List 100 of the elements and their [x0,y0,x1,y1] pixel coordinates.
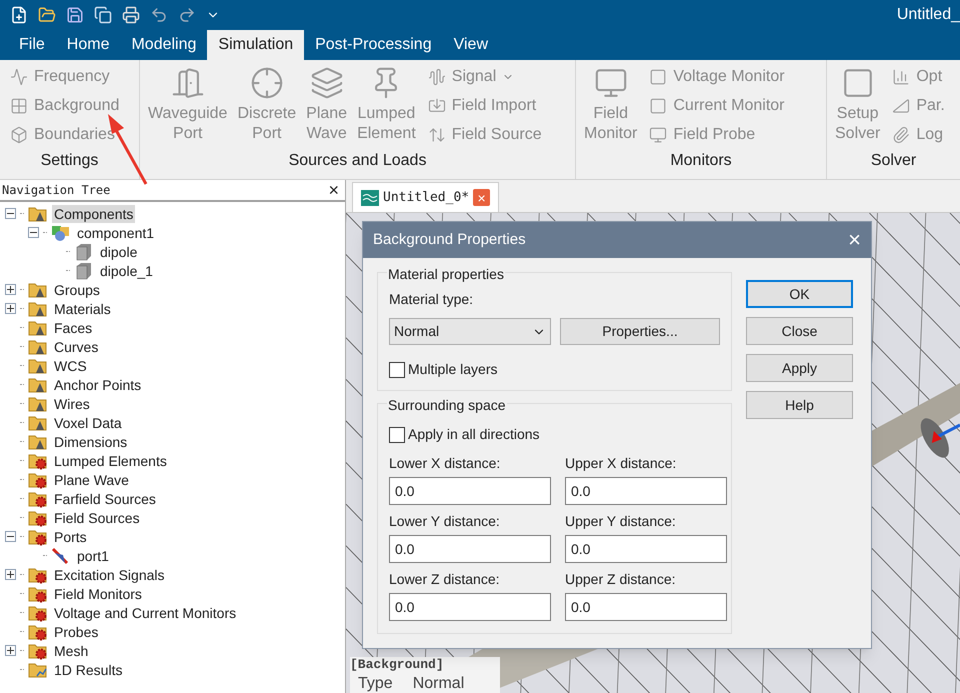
dialog-button[interactable]: OK [746,280,853,308]
expand-toggle[interactable] [5,284,16,295]
bar-chart-icon [892,68,910,86]
field-label: Upper X distance: [565,454,678,473]
dialog-button[interactable]: Help [746,391,853,419]
expand-toggle[interactable] [5,645,16,656]
ribbon-tab[interactable]: Simulation [207,30,304,60]
distance-field[interactable]: 0.0 [389,593,551,621]
tree-item[interactable]: Groups [52,280,102,298]
properties-button[interactable]: Properties... [560,318,720,345]
tree-item[interactable]: Components [52,204,136,222]
tree-item[interactable]: Field Monitors [52,584,144,602]
port-arrow-icon [51,546,71,564]
folder-chart-icon [28,660,48,678]
dialog-button[interactable]: Close [746,317,853,345]
ribbon-tab[interactable]: Modeling [120,30,208,60]
solid-block-icon [74,242,94,260]
tree-item[interactable]: Mesh [52,642,90,660]
expand-toggle[interactable] [5,569,16,580]
monitor-icon [594,66,628,100]
tree-item[interactable]: Dimensions [52,432,130,450]
field-label: Lower Y distance: [389,512,501,531]
collapse-toggle[interactable] [28,227,39,238]
field-label: Upper Y distance: [565,512,677,531]
checkbox[interactable] [389,362,405,378]
folder-gear-icon [28,584,48,602]
tree-item[interactable]: Ports [52,528,89,546]
folder-gear-icon [28,566,48,584]
group-label: Settings [40,151,100,171]
new-file-icon[interactable] [10,6,28,24]
distance-field[interactable]: 0.0 [565,535,727,563]
document-tab[interactable]: Untitled_0* × [352,182,500,212]
tree-item[interactable]: Plane Wave [52,470,131,488]
waveform-icon [428,68,446,86]
angle-icon [892,96,910,114]
tree-item[interactable]: component1 [75,224,156,242]
tree-item[interactable]: Curves [52,338,100,356]
property-name: Type [358,674,393,693]
tree-item[interactable]: Voltage and Current Monitors [52,604,238,622]
field-label: Lower Z distance: [389,570,500,589]
expand-toggle[interactable] [5,303,16,314]
tree-item[interactable]: Field Sources [52,508,142,526]
tree-item[interactable]: Wires [52,394,92,412]
distance-field[interactable]: 0.0 [389,477,551,505]
distance-field[interactable]: 0.0 [565,593,727,621]
crosshair-icon [250,66,284,100]
arrows-icon [428,126,446,144]
printer-icon[interactable] [122,6,140,24]
door-icon [170,66,205,100]
collapse-toggle[interactable] [5,208,16,219]
save-icon[interactable] [66,6,84,24]
tab-label: Untitled_0* [383,188,470,207]
undo-icon[interactable] [150,6,168,24]
ribbon-tab[interactable]: Home [56,30,120,60]
close-button[interactable]: × [324,181,343,199]
cube-icon [10,126,28,144]
tree-item[interactable]: Anchor Points [52,376,144,394]
ribbon-tab[interactable]: Post-Processing [304,30,443,60]
distance-field[interactable]: 0.0 [565,477,727,505]
tree-item[interactable]: dipole [98,242,140,260]
folder-icon [28,318,48,336]
redo-icon[interactable] [178,6,196,24]
tree-item[interactable]: WCS [52,356,89,374]
close-button[interactable]: × [848,229,861,251]
group-label: Monitors [669,151,733,171]
tree-item[interactable]: port1 [75,546,111,564]
dialog-button[interactable]: Apply [746,354,853,382]
ribbon-tab[interactable]: File [8,30,56,60]
distance-field[interactable]: 0.0 [389,535,551,563]
tree-item[interactable]: Lumped Elements [52,452,169,470]
tree-item[interactable]: dipole_1 [98,262,155,280]
open-folder-icon[interactable] [38,6,56,24]
ribbon-tab[interactable]: View [442,30,499,60]
folder-icon [28,414,48,432]
tree-item[interactable]: Excitation Signals [52,566,167,584]
collapse-toggle[interactable] [5,531,16,542]
copy-icon[interactable] [94,6,112,24]
tree-item[interactable]: Probes [52,622,100,640]
solid-block-icon [74,262,94,280]
field-label: Lower X distance: [389,454,502,473]
tree-item[interactable]: Materials [52,300,113,318]
tree-item[interactable]: 1D Results [52,660,124,678]
folder-icon [28,280,48,298]
tree-item[interactable]: Faces [52,318,94,336]
checkbox[interactable] [389,426,405,442]
grid-icon [10,96,28,114]
tree-item[interactable]: Farfield Sources [52,490,158,508]
folder-icon [28,338,48,356]
property-value: Normal [412,674,464,693]
folder-icon [28,300,48,318]
paperclip-icon [892,126,910,144]
folder-icon [28,432,48,450]
folder-icon [28,394,48,412]
material-type-dropdown[interactable]: Normal [389,318,551,345]
tree-item[interactable]: Voxel Data [52,414,124,432]
square-icon [649,96,668,114]
folder-gear-icon [28,490,48,508]
window-title: Untitled_ [896,5,960,25]
wave-icon [10,68,28,86]
square-icon [649,68,668,86]
